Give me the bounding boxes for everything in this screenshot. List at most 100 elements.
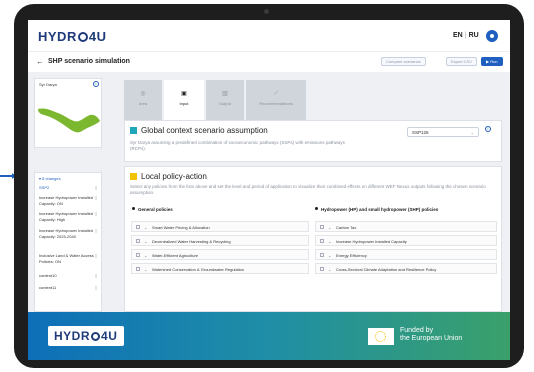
ssp-select[interactable]: SSP126 ⌄ xyxy=(407,127,479,137)
global-title: Global context scenario assumption xyxy=(141,126,268,135)
hydro4u-logo[interactable]: HYDR 4U xyxy=(38,29,106,44)
hydro-policies-heading: Hydropower (HP) and small hydropower (SH… xyxy=(315,207,438,212)
delete-icon[interactable]: ▯ xyxy=(95,273,97,278)
tab-area[interactable]: ◎ Area xyxy=(124,80,162,120)
policy-row[interactable]: ⌄ Watershed Conservation & Groundwater Re… xyxy=(131,263,309,274)
general-policies-label: General policies xyxy=(138,207,173,212)
policy-row[interactable]: ⌄ Cross-Sectoral Climate Adaptation and R… xyxy=(315,263,497,274)
lang-separator: | xyxy=(464,32,467,39)
policy-row[interactable]: ⌄ Water-Efficient Agriculture xyxy=(131,249,309,260)
policy-label: Water-Efficient Agriculture xyxy=(152,253,199,258)
main-area: Syr Darya i ▾ 8 changes SSP2 ▯ Increase … xyxy=(28,72,510,312)
policy-checkbox[interactable] xyxy=(136,253,140,257)
policy-checkbox[interactable] xyxy=(320,267,324,271)
policy-row[interactable]: ⌄ Carbon Tax xyxy=(315,221,497,232)
policy-label: Watershed Conservation & Groundwater Reg… xyxy=(152,267,245,272)
chevron-down-icon[interactable]: ⌄ xyxy=(144,239,147,244)
local-description: Select any policies from the lists above… xyxy=(130,184,486,195)
camera-icon xyxy=(264,9,269,14)
delete-icon[interactable]: ▯ xyxy=(95,228,97,233)
chevron-down-icon[interactable]: ⌄ xyxy=(328,253,331,258)
change-item[interactable]: Increase Hydropower Installed Capacity: … xyxy=(39,211,97,222)
export-csv-button[interactable]: Export CSV xyxy=(446,57,477,66)
hydro-policies-label: Hydropower (HP) and small hydropower (SH… xyxy=(321,207,439,212)
general-policies-heading: General policies xyxy=(132,207,173,212)
policy-row[interactable]: ⌄ Smart Water Pricing & Allocation xyxy=(131,221,309,232)
tab-area-label: Area xyxy=(138,101,148,106)
chevron-down-icon[interactable]: ⌄ xyxy=(144,253,147,258)
change-item[interactable]: content11 xyxy=(39,285,97,291)
map-card: Syr Darya i xyxy=(34,78,102,148)
run-button[interactable]: ▶ Run xyxy=(481,57,503,66)
chevron-down-icon: ⌄ xyxy=(470,130,474,135)
policy-label: Increase Hydropower Installed Capacity xyxy=(336,239,407,244)
change-item[interactable]: Increase Hydropower Installed Capacity: … xyxy=(39,228,97,239)
policy-checkbox[interactable] xyxy=(320,239,324,243)
chevron-down-icon[interactable]: ⌄ xyxy=(328,267,331,272)
app-header: HYDR 4U EN | RU xyxy=(28,20,510,52)
eu-flag-icon xyxy=(368,328,394,345)
delete-icon[interactable]: ▯ xyxy=(95,185,97,190)
screen: HYDR 4U EN | RU ← SHP scenario simulation C… xyxy=(28,20,510,360)
change-item[interactable]: Inclusive Land & Water Access Policies: … xyxy=(39,253,97,264)
info-icon[interactable]: i xyxy=(485,126,491,132)
chevron-down-icon[interactable]: ⌄ xyxy=(144,225,147,230)
policy-checkbox[interactable] xyxy=(320,253,324,257)
tab-input-label: Input xyxy=(179,101,189,106)
policy-label: Energy Efficiency xyxy=(336,253,367,258)
delete-icon[interactable]: ▯ xyxy=(95,211,97,216)
global-description: Syr Darya assuming a predefined combinat… xyxy=(130,140,345,151)
basin-map[interactable] xyxy=(36,99,102,139)
lang-en[interactable]: EN xyxy=(453,32,463,39)
policy-checkbox[interactable] xyxy=(320,225,324,229)
footer-hydro4u-logo[interactable]: HYDR 4U xyxy=(48,326,124,346)
policy-checkbox[interactable] xyxy=(136,239,140,243)
change-item[interactable]: Increase Hydropower Installed Capacity: … xyxy=(39,195,97,206)
global-scenario-card: Global context scenario assumption Syr D… xyxy=(124,120,502,162)
policy-checkbox[interactable] xyxy=(136,225,140,229)
pointer-arrow xyxy=(0,173,16,179)
info-icon[interactable]: i xyxy=(93,81,99,87)
local-title: Local policy-action xyxy=(141,172,207,181)
user-menu-button[interactable] xyxy=(486,30,498,42)
global-accent-square xyxy=(130,127,137,134)
chevron-down-icon[interactable]: ⌄ xyxy=(144,267,147,272)
policy-row[interactable]: ⌄ Increase Hydropower Installed Capacity xyxy=(315,235,497,246)
policy-row[interactable]: ⌄ Energy Efficiency xyxy=(315,249,497,260)
bullet-icon xyxy=(132,207,135,210)
chevron-down-icon[interactable]: ⌄ xyxy=(328,225,331,230)
changes-count[interactable]: ▾ 8 changes xyxy=(39,176,61,181)
delete-icon[interactable]: ▯ xyxy=(95,195,97,200)
lang-ru[interactable]: RU xyxy=(469,32,479,39)
bullet-icon xyxy=(315,207,318,210)
policy-row[interactable]: ⌄ Decentralized Water Harvesting & Recycl… xyxy=(131,235,309,246)
compare-scenarios-button[interactable]: Compare scenarios xyxy=(381,57,426,66)
local-accent-square xyxy=(130,173,137,180)
chart-icon: ▥ xyxy=(222,91,228,97)
policy-checkbox[interactable] xyxy=(136,267,140,271)
tab-recommendations-label: Recommendations xyxy=(259,101,293,106)
delete-icon[interactable]: ▯ xyxy=(95,253,97,258)
location-icon: ◎ xyxy=(140,91,146,97)
policy-label: Cross-Sectoral Climate Adaptation and Re… xyxy=(336,267,437,272)
change-item[interactable]: content10 xyxy=(39,273,97,279)
tab-recommendations[interactable]: ⟋ Recommendations xyxy=(246,80,306,120)
policy-label: Smart Water Pricing & Allocation xyxy=(152,225,210,230)
tab-output[interactable]: ▥ Output xyxy=(206,80,244,120)
chevron-down-icon[interactable]: ⌄ xyxy=(328,239,331,244)
logo-o-icon xyxy=(91,332,101,341)
change-item[interactable]: SSP2 xyxy=(39,185,97,191)
trend-icon: ⟋ xyxy=(273,91,279,97)
tablet-frame: HYDR 4U EN | RU ← SHP scenario simulation C… xyxy=(14,4,524,368)
map-title: Syr Darya xyxy=(39,82,57,87)
page-title: SHP scenario simulation xyxy=(48,58,130,65)
ssp-select-value: SSP126 xyxy=(412,130,429,135)
eu-stars-ring xyxy=(375,331,386,342)
back-arrow-icon[interactable]: ← xyxy=(36,57,44,66)
funded-line-1: Funded by xyxy=(400,327,434,334)
changes-count-label: 8 changes xyxy=(42,176,61,181)
tab-input[interactable]: ▣ Input xyxy=(164,80,204,120)
delete-icon[interactable]: ▯ xyxy=(95,285,97,290)
language-switch: EN | RU xyxy=(453,32,479,39)
footer: HYDR 4U Funded by the European Union xyxy=(28,312,510,360)
